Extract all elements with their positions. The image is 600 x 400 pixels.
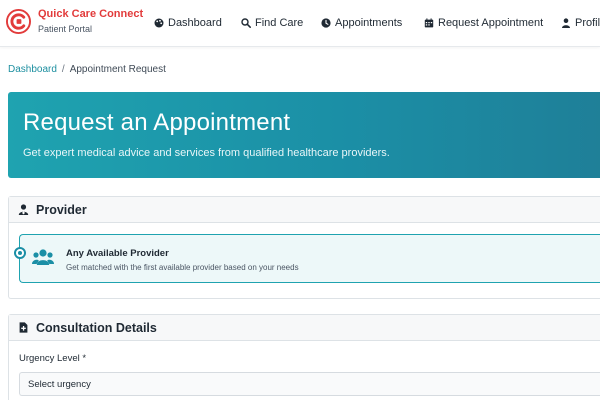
nav-dashboard[interactable]: Dashboard: [154, 17, 222, 29]
breadcrumb-separator: /: [61, 64, 65, 75]
file-medical-icon: [19, 322, 28, 333]
palette-icon: [154, 18, 164, 28]
provider-section-title: Provider: [36, 202, 87, 217]
provider-option-name: Any Available Provider: [66, 248, 169, 259]
consultation-details-card: Consultation Details Urgency Level * Sel…: [8, 314, 600, 400]
top-navbar: Quick Care Connect Patient Portal Dashbo…: [0, 0, 600, 47]
nav-find-care[interactable]: Find Care: [241, 17, 303, 29]
calendar-icon: [424, 18, 434, 28]
nav-profile[interactable]: Profile: [561, 17, 600, 29]
nav-request-appointment-label: Request Appointment: [438, 17, 544, 29]
breadcrumb: Dashboard / Appointment Request: [8, 64, 166, 75]
quick-care-logo-icon: [6, 9, 31, 34]
provider-card: Provider Any Available Provider Get matc…: [8, 196, 600, 299]
nav-appointments-label: Appointments: [335, 17, 403, 29]
urgency-level-select[interactable]: Select urgency: [19, 372, 600, 396]
nav-profile-label: Profile: [575, 17, 600, 29]
brand-subtitle: Patient Portal: [38, 24, 93, 34]
hero-banner: Request an Appointment Get expert medica…: [8, 92, 600, 178]
breadcrumb-current: Appointment Request: [69, 64, 166, 75]
provider-option-description: Get matched with the first available pro…: [66, 263, 299, 272]
search-icon: [241, 18, 251, 28]
nav-find-care-label: Find Care: [255, 17, 304, 29]
urgency-level-label: Urgency Level *: [19, 353, 87, 364]
page-title: Request an Appointment: [23, 109, 291, 136]
users-icon: [32, 249, 54, 265]
provider-radio-selected[interactable]: [14, 247, 26, 259]
urgency-select-value: Select urgency: [28, 378, 91, 390]
user-icon: [562, 18, 570, 28]
page-subtitle: Get expert medical advice and services f…: [23, 147, 390, 159]
breadcrumb-dashboard-link[interactable]: Dashboard: [8, 64, 57, 75]
brand-name: Quick Care Connect: [38, 8, 144, 20]
consultation-section-title: Consultation Details: [36, 320, 157, 335]
provider-card-header: Provider: [9, 197, 600, 223]
nav-request-appointment[interactable]: Request Appointment: [424, 17, 543, 29]
brand-logo-link[interactable]: Quick Care Connect Patient Portal: [6, 9, 143, 34]
consultation-card-header: Consultation Details: [9, 315, 600, 341]
provider-option-any-available[interactable]: Any Available Provider Get matched with …: [14, 234, 600, 283]
nav-dashboard-label: Dashboard: [168, 17, 222, 29]
nav-appointments[interactable]: Appointments: [321, 17, 402, 29]
clock-icon: [321, 18, 331, 28]
user-doctor-icon: [18, 204, 29, 215]
